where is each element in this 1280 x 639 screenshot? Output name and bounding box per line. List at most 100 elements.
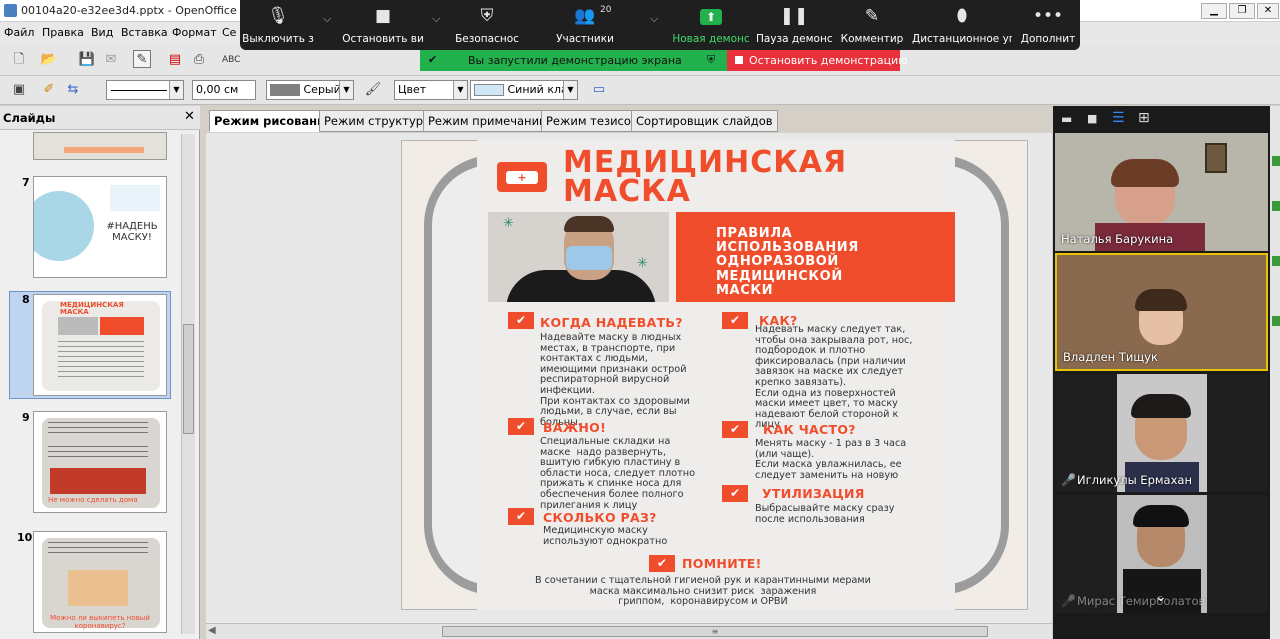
edit-file-icon[interactable]: ✎: [133, 50, 151, 68]
area-color-select[interactable]: Синий кла ▼: [470, 80, 578, 100]
slides-scrollbar[interactable]: [181, 134, 195, 634]
scrollbar-thumb[interactable]: ≡: [442, 626, 988, 637]
remember-heading: ПОМНИТЕ!: [682, 556, 762, 571]
participants-button[interactable]: 👥 20 Участники: [540, 0, 630, 50]
close-icon[interactable]: ✕: [1257, 3, 1279, 19]
pin-icon: ✔: [428, 53, 438, 66]
section-important-text: Специальные складки на маске надо развер…: [540, 436, 696, 511]
zoom-video-panel: ▬ ■ ☰ ⊞ Наталья Барукина Владлен Тищук 🎤…: [1053, 106, 1270, 639]
participant-tile-4[interactable]: 🎤 Мирас Темирболатов ⌄: [1055, 495, 1268, 613]
menu-view[interactable]: Вид: [91, 26, 113, 39]
menu-insert[interactable]: Вставка: [121, 26, 168, 39]
zoom-meeting-toolbar: 🎙 Выключить з ⌵ ■ Остановить ви ⌵ ⛨ Безо…: [240, 0, 1080, 50]
pause-share-button[interactable]: ❚❚ Пауза демонс: [756, 0, 832, 50]
speaker-view-icon[interactable]: ☰: [1112, 110, 1125, 126]
menu-slideshow[interactable]: Се: [222, 26, 236, 39]
tab-handout-view[interactable]: Режим тезисов: [541, 110, 643, 132]
participant-tile-3[interactable]: 🎤 Игликулы Ермахан: [1055, 374, 1268, 492]
mute-button[interactable]: 🎙 Выключить з: [240, 0, 316, 50]
styles-icon[interactable]: ▣: [10, 81, 28, 99]
chevron-down-icon[interactable]: ▼: [339, 81, 353, 99]
checkmark-icon: ✔: [508, 418, 534, 435]
tab-notes-view[interactable]: Режим примечаний: [423, 110, 552, 132]
gallery-view-icon[interactable]: ⊞: [1138, 110, 1150, 126]
slide-10-caption: Можно ли выкипеть новый коронавирус?: [50, 614, 150, 630]
more-label: Дополнит: [1020, 33, 1076, 45]
line-tool-icon[interactable]: ✐: [40, 81, 58, 99]
toolbar-icon[interactable]: [1272, 201, 1280, 211]
line-style-select[interactable]: ▼: [106, 80, 184, 100]
chevron-down-icon[interactable]: ⌄: [1155, 589, 1167, 605]
chevron-down-icon[interactable]: ▼: [169, 81, 183, 99]
checkmark-icon: ✔: [722, 421, 748, 438]
participant-name: Мирас Темирболатов: [1077, 594, 1206, 608]
scrollbar-thumb[interactable]: [183, 324, 194, 434]
line-color-value: Серый: [303, 83, 341, 96]
toolbar-icon[interactable]: [1272, 156, 1280, 166]
new-share-button[interactable]: ⬆ Новая демонс: [672, 0, 750, 50]
chevron-down-icon[interactable]: ⌵: [432, 12, 440, 26]
participant-tile-1[interactable]: Наталья Барукина: [1055, 133, 1268, 251]
email-icon[interactable]: ✉: [102, 51, 120, 69]
menu-edit[interactable]: Правка: [42, 26, 84, 39]
shield-icon: ⛨: [707, 53, 716, 66]
line-color-select[interactable]: Серый ▼: [266, 80, 354, 100]
slide-thumbnail-7[interactable]: #НАДЕНЬ МАСКУ!: [33, 176, 167, 278]
slide-thumbnail-9[interactable]: Не можно сделать дома: [33, 411, 167, 513]
checkmark-icon: ✔: [508, 312, 534, 329]
line-width-field[interactable]: 0,00 см: [192, 80, 256, 100]
tab-outline-view[interactable]: Режим структуры: [319, 110, 438, 132]
menu-file[interactable]: Файл: [4, 26, 34, 39]
slide-thumbnail-6[interactable]: [33, 132, 167, 160]
shield-icon: ⛨: [480, 6, 494, 26]
line-width-value: 0,00 см: [196, 83, 239, 96]
tab-slide-sorter[interactable]: Сортировщик слайдов: [631, 110, 778, 132]
open-folder-icon[interactable]: 📂: [40, 51, 58, 69]
annotate-button[interactable]: ✎ Комментир: [838, 0, 906, 50]
close-icon[interactable]: ✕: [184, 109, 195, 124]
spellcheck-icon[interactable]: ABC: [222, 51, 240, 69]
canvas-horizontal-scrollbar[interactable]: ◀ ≡ ▶: [206, 623, 1228, 639]
export-pdf-icon[interactable]: ▤: [166, 51, 184, 69]
section-when-heading: КОГДА НАДЕВАТЬ?: [540, 315, 683, 330]
more-button[interactable]: ••• Дополнит: [1018, 0, 1078, 50]
chevron-down-icon[interactable]: ▼: [563, 81, 577, 99]
security-button[interactable]: ⛨ Безопаснос: [448, 0, 526, 50]
slide-thumbnail-10[interactable]: Можно ли выкипеть новый коронавирус?: [33, 531, 167, 633]
video-panel-header: ▬ ■ ☰ ⊞: [1053, 106, 1270, 132]
new-document-icon[interactable]: 🗋: [10, 51, 28, 69]
toolbar-icon[interactable]: [1272, 316, 1280, 326]
remote-control-button[interactable]: ⬮ Дистанционное уп: [912, 0, 1012, 50]
slide-thumbnail-8[interactable]: МЕДИЦИНСКАЯ МАСКА: [33, 294, 167, 396]
toolbar-icon[interactable]: [1272, 256, 1280, 266]
chevron-down-icon[interactable]: ⌵: [650, 12, 658, 26]
chevron-down-icon[interactable]: ⌵: [323, 12, 331, 26]
participant-tile-2[interactable]: Владлен Тищук: [1055, 253, 1268, 371]
minimize-icon[interactable]: ▁: [1201, 3, 1227, 19]
restore-icon[interactable]: ❐: [1229, 3, 1255, 19]
minimize-icon[interactable]: ▬: [1061, 112, 1072, 126]
single-view-icon[interactable]: ■: [1087, 112, 1097, 125]
save-icon[interactable]: 💾: [78, 51, 96, 69]
checkmark-icon: ✔: [508, 508, 534, 525]
line-area-toolbar: ▣ ✐ ⇆ ▼ 0,00 см Серый ▼ 🖌 Цвет ▼ Синий к…: [0, 76, 1280, 105]
share-banner-text: Вы запустили демонстрацию экрана: [468, 54, 682, 67]
print-icon[interactable]: ⎙: [190, 51, 208, 69]
chevron-down-icon[interactable]: ▼: [453, 81, 467, 99]
participants-label: Участники: [556, 33, 614, 45]
shadow-icon[interactable]: ▭: [590, 81, 608, 99]
section-how-text: Надевать маску следует так, чтобы она за…: [755, 324, 913, 431]
stop-video-button[interactable]: ■ Остановить ви: [340, 0, 426, 50]
participants-count: 20: [600, 5, 612, 15]
menu-format[interactable]: Формат: [172, 26, 217, 39]
thumbnail-image: [68, 570, 128, 606]
pencil-icon: ✎: [864, 6, 880, 26]
muted-microphone-icon: 🎤: [1061, 473, 1076, 487]
area-style-select[interactable]: Цвет ▼: [394, 80, 468, 100]
connector-icon[interactable]: ⇆: [64, 81, 82, 99]
thumbnail-text-lines: [48, 422, 148, 436]
area-fill-icon[interactable]: 🖌: [364, 81, 382, 99]
scroll-left-icon[interactable]: ◀: [208, 625, 216, 636]
stop-share-button[interactable]: Остановить демонстрацию: [727, 50, 907, 71]
more-icon: •••: [1032, 6, 1064, 26]
